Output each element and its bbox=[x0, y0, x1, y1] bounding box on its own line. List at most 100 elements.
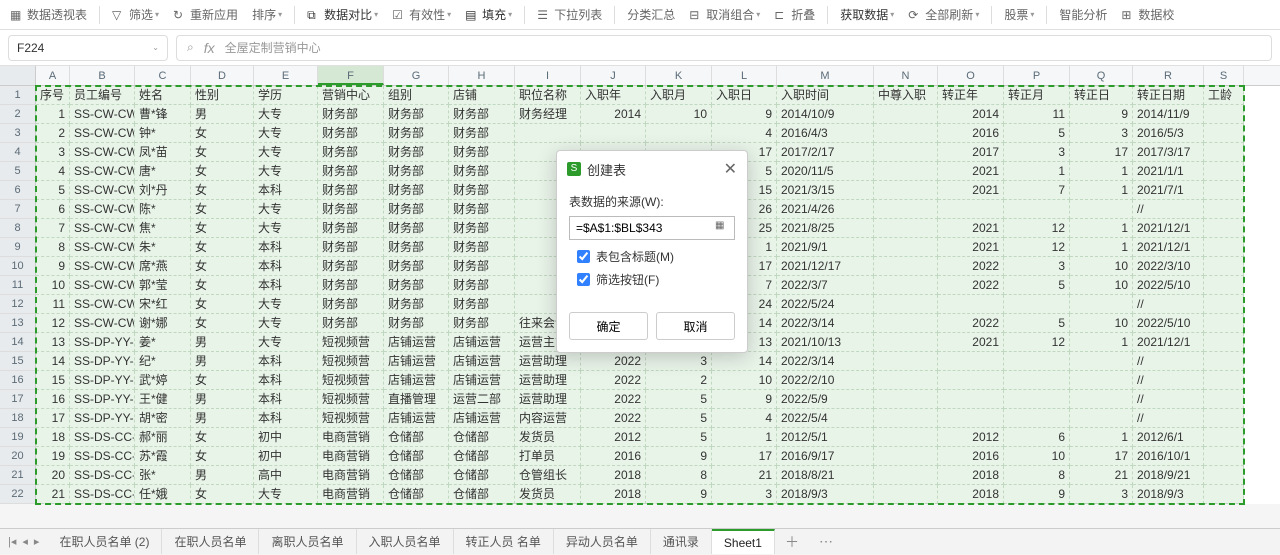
cell[interactable]: SS-CW-CW- bbox=[70, 314, 135, 333]
cell[interactable]: 男 bbox=[191, 333, 254, 352]
row-header[interactable]: 3 bbox=[0, 124, 36, 143]
sheet-tab[interactable]: 转正人员 名单 bbox=[454, 529, 554, 554]
cell[interactable]: // bbox=[1133, 409, 1204, 428]
range-picker-icon[interactable]: ▦ bbox=[715, 220, 731, 236]
column-header[interactable]: K bbox=[646, 66, 712, 85]
cell[interactable]: 本科 bbox=[254, 409, 318, 428]
column-header[interactable]: J bbox=[581, 66, 646, 85]
cell[interactable]: 3 bbox=[1070, 485, 1133, 504]
cell[interactable]: SS-CW-CW- bbox=[70, 219, 135, 238]
cell[interactable] bbox=[874, 390, 938, 409]
cell[interactable]: 2021 bbox=[938, 333, 1004, 352]
cell[interactable]: SS-DP-YY- bbox=[70, 352, 135, 371]
cell[interactable]: 6 bbox=[36, 200, 70, 219]
cell[interactable]: 王*健 bbox=[135, 390, 191, 409]
sheet-tab[interactable]: Sheet1 bbox=[712, 529, 775, 554]
cell[interactable]: 女 bbox=[191, 238, 254, 257]
cell[interactable]: 店铺运营 bbox=[449, 409, 515, 428]
cell[interactable] bbox=[874, 124, 938, 143]
cell[interactable] bbox=[1004, 409, 1070, 428]
formula-bar[interactable]: ⌕ fx 全屋定制营销中心 bbox=[176, 35, 1272, 61]
cell[interactable]: 2021/7/1 bbox=[1133, 181, 1204, 200]
cell[interactable]: 大专 bbox=[254, 143, 318, 162]
cell[interactable]: 初中 bbox=[254, 447, 318, 466]
cell[interactable]: 性别 bbox=[191, 86, 254, 105]
cell[interactable]: 2022 bbox=[938, 314, 1004, 333]
validity-button[interactable]: ☑有效性▾ bbox=[386, 3, 457, 26]
cell[interactable] bbox=[938, 371, 1004, 390]
cell[interactable]: 3 bbox=[646, 352, 712, 371]
cell[interactable]: 入职日 bbox=[712, 86, 777, 105]
cell[interactable]: 财务部 bbox=[318, 143, 384, 162]
cell[interactable] bbox=[1070, 390, 1133, 409]
cell[interactable]: 21 bbox=[36, 485, 70, 504]
cell[interactable] bbox=[581, 124, 646, 143]
cell[interactable]: 本科 bbox=[254, 390, 318, 409]
cell[interactable]: 女 bbox=[191, 295, 254, 314]
cell[interactable]: 发货员 bbox=[515, 485, 581, 504]
cell[interactable] bbox=[1204, 314, 1244, 333]
cell[interactable]: 男 bbox=[191, 390, 254, 409]
cell[interactable]: 财务部 bbox=[449, 181, 515, 200]
cell[interactable]: 2022/3/14 bbox=[777, 352, 874, 371]
cell[interactable]: 席*燕 bbox=[135, 257, 191, 276]
ok-button[interactable]: 确定 bbox=[569, 312, 648, 340]
add-sheet-button[interactable]: ＋ bbox=[775, 532, 809, 552]
cell[interactable]: 5 bbox=[36, 181, 70, 200]
cell[interactable]: 2018/9/3 bbox=[1133, 485, 1204, 504]
cell[interactable]: 2016 bbox=[581, 447, 646, 466]
cell[interactable]: SS-DS-CC- bbox=[70, 428, 135, 447]
cell[interactable]: 2012 bbox=[938, 428, 1004, 447]
cell[interactable]: 大专 bbox=[254, 200, 318, 219]
cell[interactable]: 财务部 bbox=[449, 257, 515, 276]
cell[interactable]: 焦* bbox=[135, 219, 191, 238]
cell[interactable]: 财务部 bbox=[384, 295, 449, 314]
cell[interactable] bbox=[1204, 466, 1244, 485]
cell[interactable]: 凤*苗 bbox=[135, 143, 191, 162]
cell[interactable] bbox=[1204, 105, 1244, 124]
column-header[interactable]: A bbox=[36, 66, 70, 85]
data-check-button[interactable]: ⊞数据校 bbox=[1115, 3, 1180, 26]
collapse-button[interactable]: ⊏折叠 bbox=[768, 3, 821, 26]
cell[interactable]: // bbox=[1133, 295, 1204, 314]
cell[interactable] bbox=[874, 485, 938, 504]
cell[interactable] bbox=[1070, 295, 1133, 314]
cell[interactable]: 女 bbox=[191, 200, 254, 219]
cell[interactable]: 营销中心 bbox=[318, 86, 384, 105]
cell[interactable]: 转正年 bbox=[938, 86, 1004, 105]
cell[interactable]: 1 bbox=[1070, 162, 1133, 181]
name-box[interactable]: F224 ⌄ bbox=[8, 35, 168, 61]
cell[interactable]: 序号 bbox=[36, 86, 70, 105]
cell[interactable]: 女 bbox=[191, 257, 254, 276]
column-header[interactable]: G bbox=[384, 66, 449, 85]
cell[interactable]: 宋*红 bbox=[135, 295, 191, 314]
cell[interactable]: 高中 bbox=[254, 466, 318, 485]
cell[interactable]: 财务部 bbox=[384, 219, 449, 238]
cell[interactable]: 3 bbox=[36, 143, 70, 162]
cell[interactable]: 直播管理 bbox=[384, 390, 449, 409]
cell[interactable] bbox=[1004, 200, 1070, 219]
cell[interactable]: 2018 bbox=[581, 485, 646, 504]
cell[interactable]: 男 bbox=[191, 466, 254, 485]
cell[interactable]: // bbox=[1133, 352, 1204, 371]
cell[interactable]: 女 bbox=[191, 276, 254, 295]
cell[interactable]: 财务经理 bbox=[515, 105, 581, 124]
cell[interactable]: 曹*锋 bbox=[135, 105, 191, 124]
cell[interactable]: 财务部 bbox=[449, 238, 515, 257]
cell[interactable] bbox=[1204, 352, 1244, 371]
cell[interactable] bbox=[515, 124, 581, 143]
filter-button[interactable]: ▽筛选▾ bbox=[106, 3, 165, 26]
cell[interactable]: 店铺运营 bbox=[384, 409, 449, 428]
cell[interactable]: SS-CW-CW- bbox=[70, 143, 135, 162]
cell[interactable]: 入职月 bbox=[646, 86, 712, 105]
cell[interactable]: 财务部 bbox=[449, 295, 515, 314]
cell[interactable]: 大专 bbox=[254, 162, 318, 181]
cell[interactable]: 9 bbox=[1004, 485, 1070, 504]
cell[interactable]: 21 bbox=[1070, 466, 1133, 485]
cell[interactable]: 财务部 bbox=[384, 238, 449, 257]
cell[interactable]: 7 bbox=[1004, 181, 1070, 200]
cell[interactable]: 仓储部 bbox=[449, 447, 515, 466]
cell[interactable]: 大专 bbox=[254, 105, 318, 124]
filter-checkbox[interactable]: 筛选按钮(F) bbox=[577, 271, 735, 288]
stock-button[interactable]: 股票▾ bbox=[998, 3, 1040, 26]
